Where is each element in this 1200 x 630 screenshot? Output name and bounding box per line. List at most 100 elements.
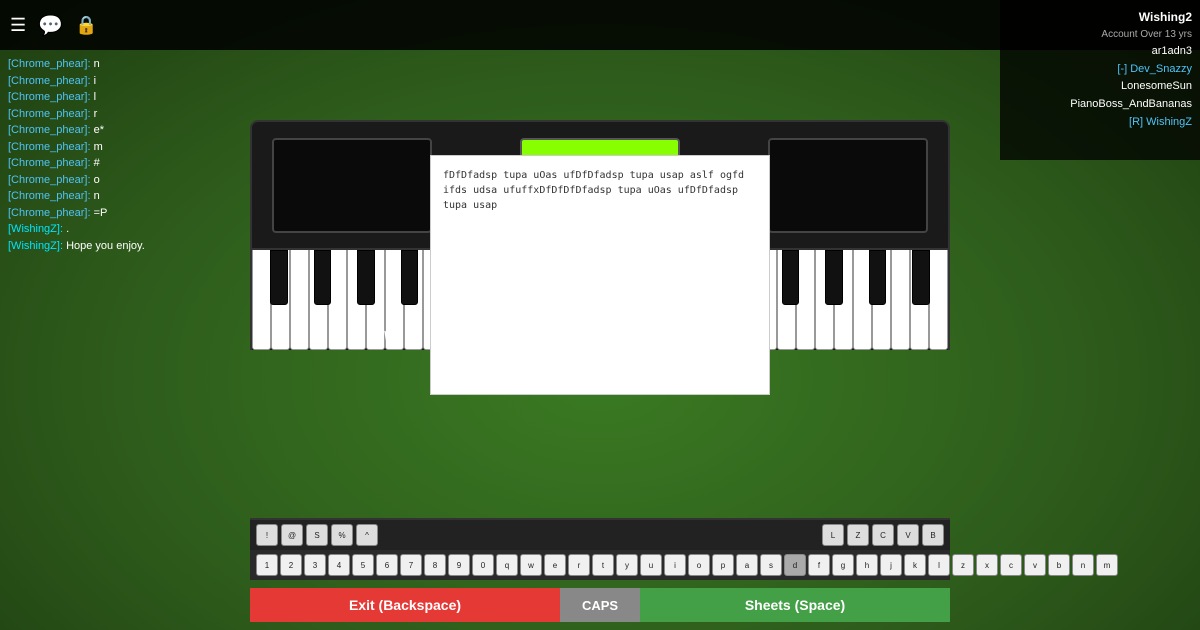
key-6[interactable]: 6 [376, 554, 398, 576]
chat-line: [Chrome_phear]: r [8, 106, 212, 123]
key-m[interactable]: m [1096, 554, 1118, 576]
player-username: Wishing2 [1008, 8, 1192, 27]
key-9[interactable]: 9 [448, 554, 470, 576]
sheet-paper: fDfDfadsp tupa uOas ufDfDfadsp tupa usap… [430, 155, 770, 395]
white-key[interactable] [347, 250, 366, 350]
key-u[interactable]: u [640, 554, 662, 576]
key-exclamation[interactable]: ! [256, 524, 278, 546]
key-y[interactable]: y [616, 554, 638, 576]
player-name: [-] Dev_Snazzy [1008, 61, 1192, 79]
key-k[interactable]: k [904, 554, 926, 576]
chat-line: [Chrome_phear]: n [8, 188, 212, 205]
chat-icon[interactable]: 💬 [38, 13, 63, 38]
key-3[interactable]: 3 [304, 554, 326, 576]
white-key[interactable] [834, 250, 853, 350]
chat-line: [Chrome_phear]: =P [8, 205, 212, 222]
right-panel: Wishing2 Account Over 13 yrs ar1adn3 [-]… [1000, 0, 1200, 160]
key-1[interactable]: 1 [256, 554, 278, 576]
key-s[interactable]: S [306, 524, 328, 546]
chat-line: [Chrome_phear]: l [8, 89, 212, 106]
bottom-keyboard: ! @ S % ^ L Z C V B 1 2 3 4 5 6 7 8 9 0 … [250, 518, 950, 580]
white-key[interactable] [891, 250, 910, 350]
chat-line: [Chrome_phear]: e* [8, 122, 212, 139]
key-j[interactable]: j [880, 554, 902, 576]
key-4[interactable]: 4 [328, 554, 350, 576]
white-key[interactable] [910, 250, 929, 350]
keyboard-row-bottom: 1 2 3 4 5 6 7 8 9 0 q w e r t y u i o p … [250, 550, 950, 580]
key-h[interactable]: h [856, 554, 878, 576]
player-name: PianoBoss_AndBananas [1008, 96, 1192, 114]
chat-line: [Chrome_phear]: m [8, 139, 212, 156]
chat-line: [Chrome_phear]: i [8, 73, 212, 90]
key-l[interactable]: l [928, 554, 950, 576]
player-name: ar1adn3 [1008, 43, 1192, 61]
key-i[interactable]: i [664, 554, 686, 576]
key-7[interactable]: 7 [400, 554, 422, 576]
key-g[interactable]: g [832, 554, 854, 576]
white-key[interactable] [796, 250, 815, 350]
key-v[interactable]: v [1024, 554, 1046, 576]
key-2[interactable]: 2 [280, 554, 302, 576]
chat-panel: [Chrome_phear]: n [Chrome_phear]: i [Chr… [0, 50, 220, 260]
key-z[interactable]: z [952, 554, 974, 576]
key-e[interactable]: e [544, 554, 566, 576]
piano-screen-left [272, 138, 432, 233]
white-key[interactable] [328, 250, 347, 350]
account-age: Account Over 13 yrs [1008, 27, 1192, 43]
white-key[interactable] [309, 250, 328, 350]
chat-line: [Chrome_phear]: n [8, 56, 212, 73]
key-s[interactable]: s [760, 554, 782, 576]
key-f[interactable]: f [808, 554, 830, 576]
key-v[interactable]: V [897, 524, 919, 546]
key-o[interactable]: o [688, 554, 710, 576]
chat-line: [WishingZ]: . [8, 221, 212, 238]
key-5[interactable]: 5 [352, 554, 374, 576]
key-b[interactable]: b [1048, 554, 1070, 576]
key-8[interactable]: 8 [424, 554, 446, 576]
white-key[interactable] [777, 250, 796, 350]
caps-button[interactable]: CAPS [560, 588, 640, 622]
chat-line: [Chrome_phear]: o [8, 172, 212, 189]
key-b[interactable]: B [922, 524, 944, 546]
key-w[interactable]: w [520, 554, 542, 576]
piano-screen-right [768, 138, 928, 233]
key-q[interactable]: q [496, 554, 518, 576]
key-0[interactable]: 0 [472, 554, 494, 576]
key-d[interactable]: d [784, 554, 806, 576]
keyboard-row-top: ! @ S % ^ L Z C V B [250, 518, 950, 550]
exit-button[interactable]: Exit (Backspace) [250, 588, 560, 622]
key-p[interactable]: p [712, 554, 734, 576]
white-key[interactable] [929, 250, 948, 350]
key-at[interactable]: @ [281, 524, 303, 546]
key-caret[interactable]: ^ [356, 524, 378, 546]
sheets-button[interactable]: Sheets (Space) [640, 588, 950, 622]
white-key[interactable] [815, 250, 834, 350]
key-l[interactable]: L [822, 524, 844, 546]
menu-icon[interactable]: ☰ [10, 15, 26, 36]
lock-icon[interactable]: 🔒 [75, 15, 97, 36]
bottom-buttons: Exit (Backspace) CAPS Sheets (Space) [250, 588, 950, 622]
white-key[interactable] [252, 250, 271, 350]
sheet-overlay: fDfDfadsp tupa uOas ufDfDfadsp tupa usap… [430, 155, 770, 395]
white-key[interactable] [853, 250, 872, 350]
white-key[interactable] [271, 250, 290, 350]
chat-line: [WishingZ]: Hope you enjoy. [8, 238, 212, 255]
sheet-text: fDfDfadsp tupa uOas ufDfDfadsp tupa usap… [443, 168, 757, 213]
key-x[interactable]: x [976, 554, 998, 576]
white-key[interactable] [290, 250, 309, 350]
key-z[interactable]: Z [847, 524, 869, 546]
key-percent[interactable]: % [331, 524, 353, 546]
key-r[interactable]: r [568, 554, 590, 576]
key-a[interactable]: a [736, 554, 758, 576]
player-name: LonesomeSun [1008, 78, 1192, 96]
white-key[interactable] [366, 250, 385, 350]
key-c[interactable]: C [872, 524, 894, 546]
chat-line: [Chrome_phear]: # [8, 155, 212, 172]
cursor-pointer [384, 329, 393, 340]
player-self: [R] WishingZ [1008, 114, 1192, 132]
key-t[interactable]: t [592, 554, 614, 576]
key-c[interactable]: c [1000, 554, 1022, 576]
white-key[interactable] [404, 250, 423, 350]
white-key[interactable] [872, 250, 891, 350]
key-n[interactable]: n [1072, 554, 1094, 576]
